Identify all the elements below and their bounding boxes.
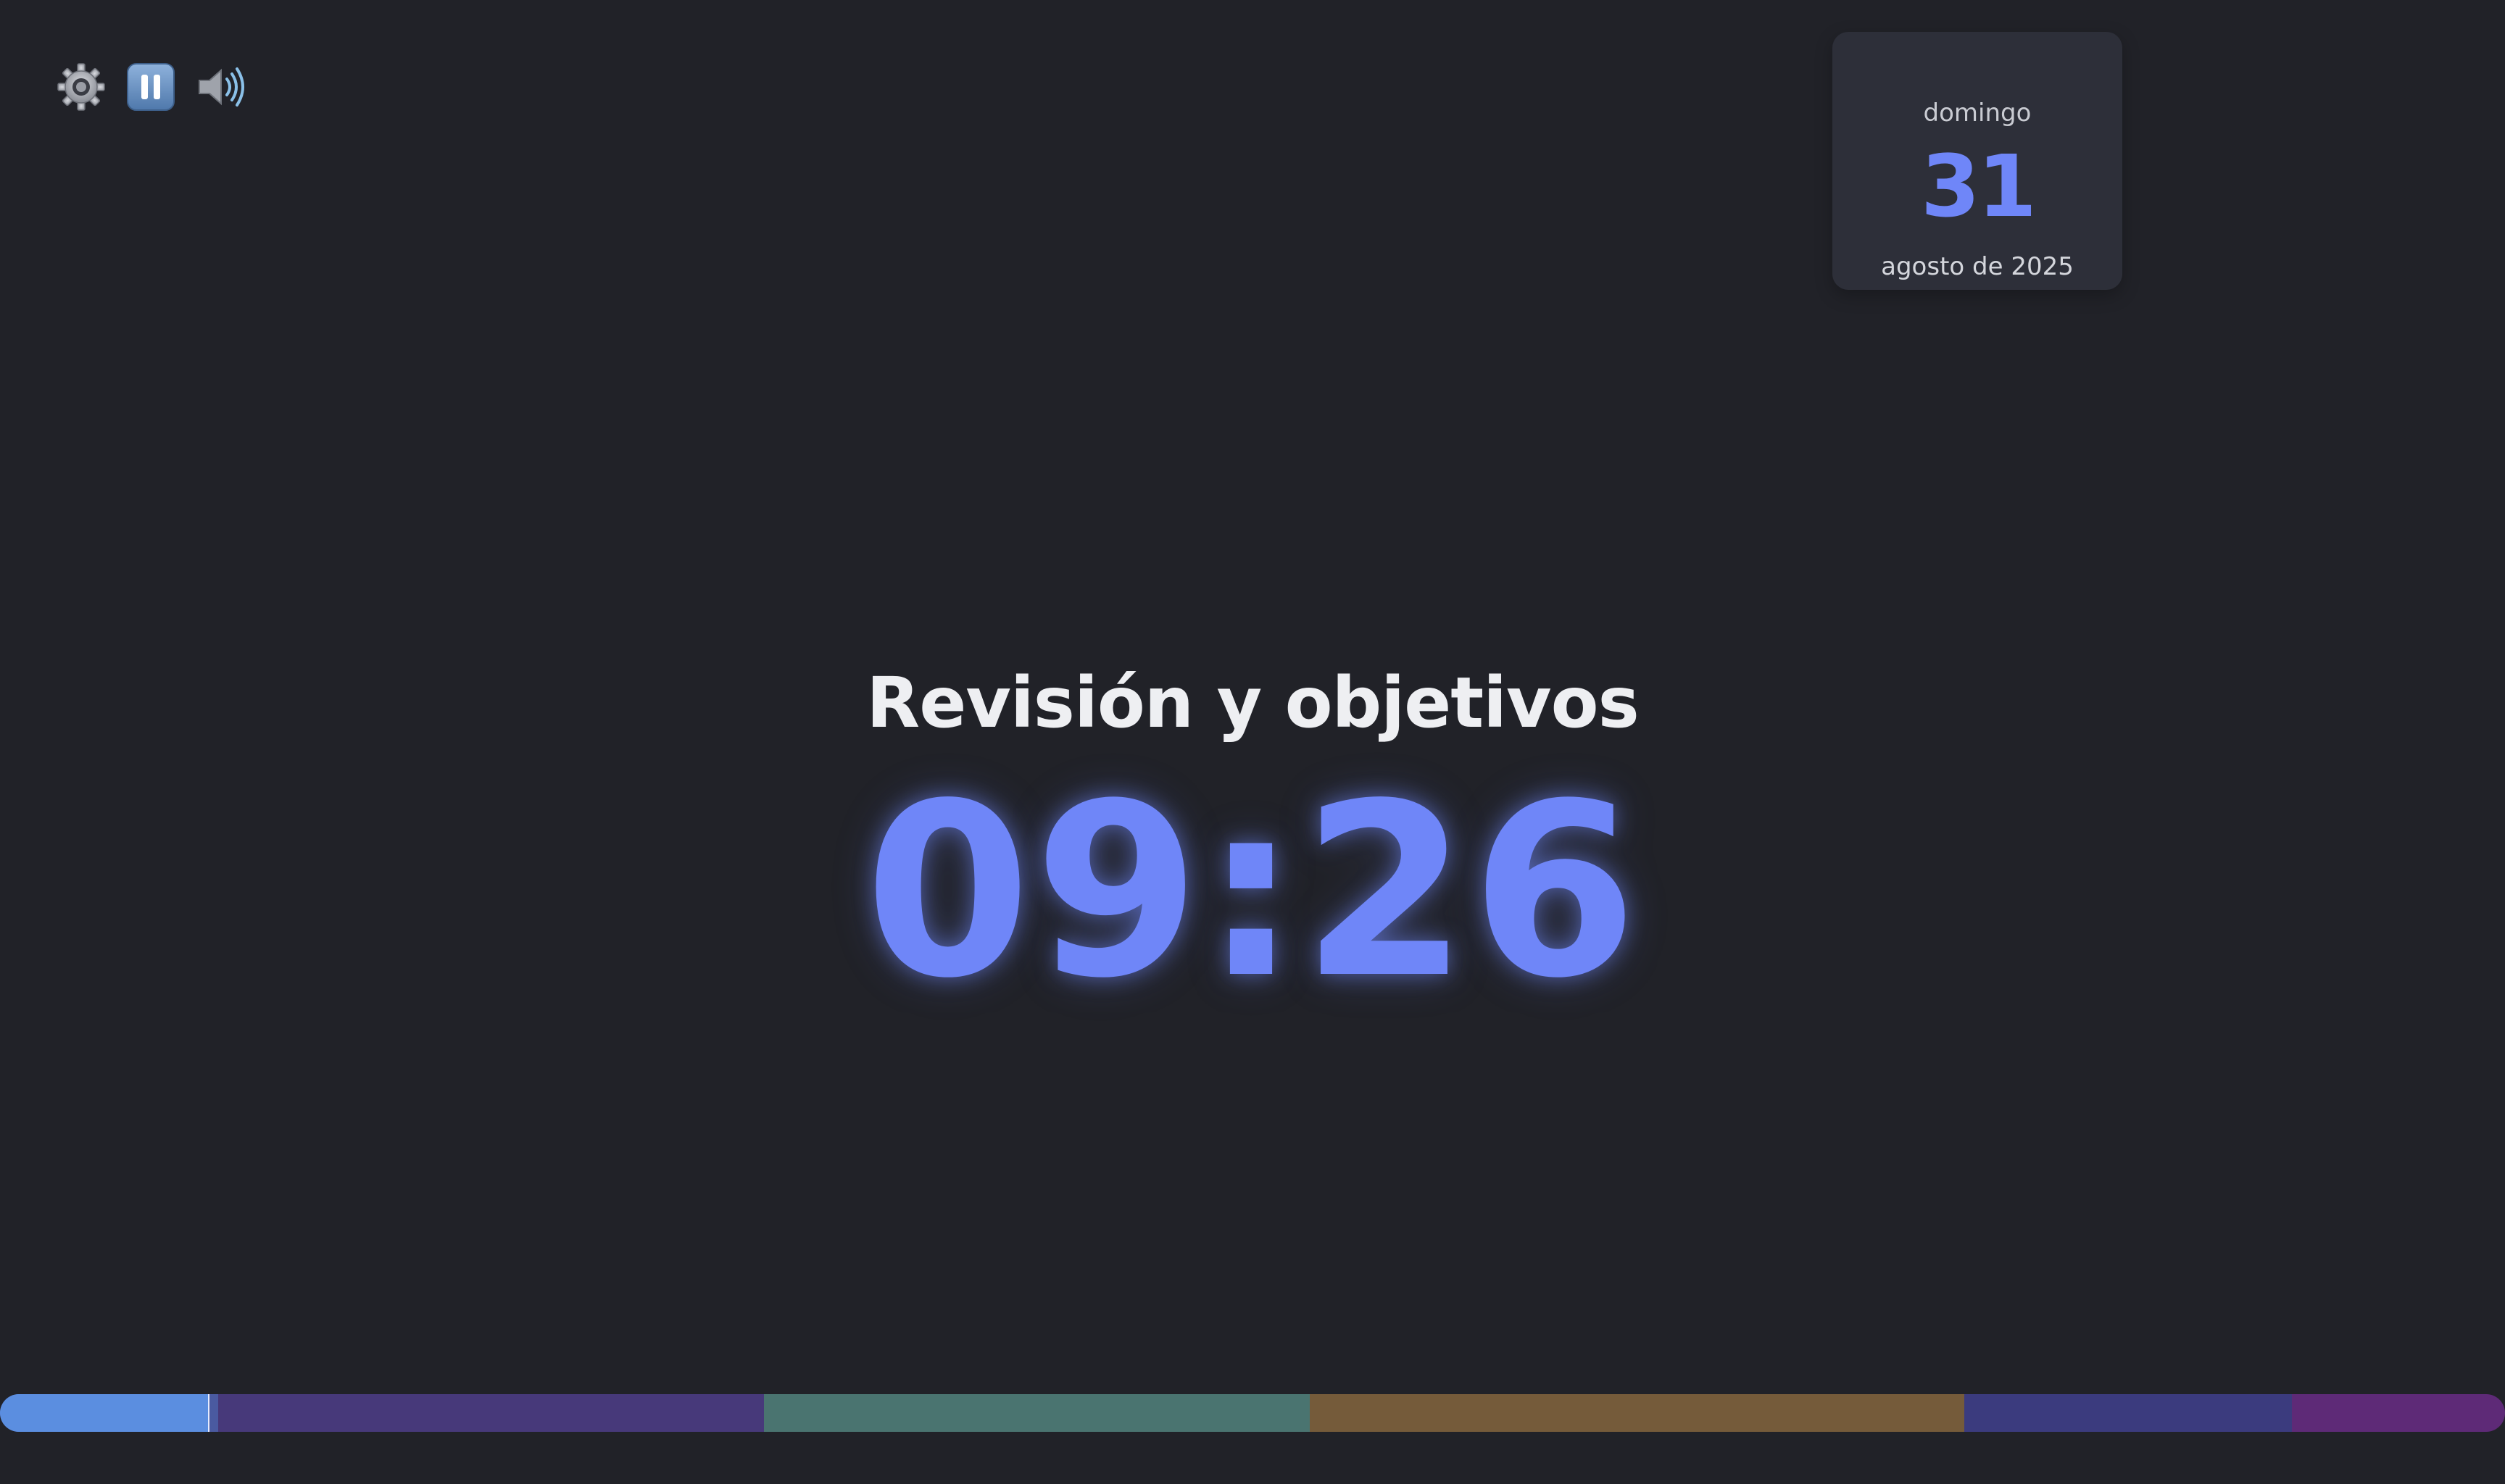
timeline-segment-6[interactable]	[2292, 1394, 2505, 1432]
countdown-timer: 09:26	[864, 752, 1641, 1030]
current-segment-progress	[0, 1394, 210, 1432]
pause-button[interactable]	[125, 61, 177, 113]
speaker-icon	[199, 67, 244, 107]
timeline-segment-1[interactable]	[0, 1394, 218, 1432]
timeline-segment-3[interactable]	[764, 1394, 1310, 1432]
date-month-year: agosto de 2025	[1881, 252, 2074, 281]
gear-icon	[57, 63, 105, 111]
control-bar	[55, 61, 264, 113]
timeline-segment-4[interactable]	[1310, 1394, 1964, 1432]
activity-title: Revisión y objetivos	[866, 662, 1639, 743]
date-day: 31	[1920, 136, 2037, 236]
date-card: domingo 31 agosto de 2025	[1832, 32, 2122, 290]
date-weekday: domingo	[1923, 99, 2032, 128]
schedule-timeline	[0, 1394, 2505, 1432]
pause-icon	[127, 63, 175, 111]
timeline-segment-2[interactable]	[217, 1394, 765, 1432]
settings-button[interactable]	[55, 61, 107, 113]
volume-button[interactable]	[194, 61, 246, 113]
timeline-segment-5[interactable]	[1964, 1394, 2293, 1432]
